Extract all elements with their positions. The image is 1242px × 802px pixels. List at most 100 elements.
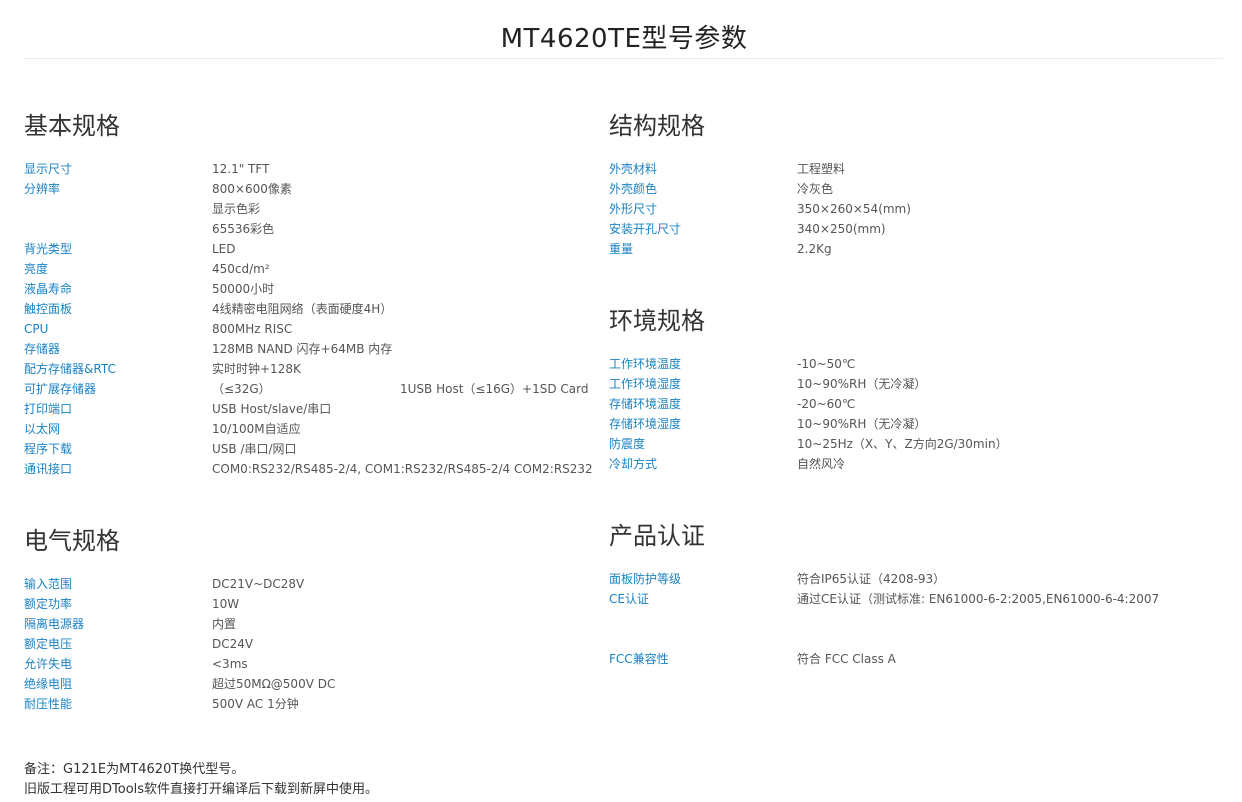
spec-value: <3ms: [212, 657, 248, 671]
section-title-electric: 电气规格: [24, 527, 120, 555]
spec-label: 耐压性能: [24, 697, 73, 711]
spec-label: 额定电压: [24, 637, 73, 651]
spec-label: 触控面板: [24, 302, 73, 316]
spec-value: 128MB NAND 闪存+64MB 内存: [212, 342, 393, 356]
spec-list-certification: 面板防护等级 符合IP65认证（4208-93） CE认证 通过CE认证（测试标准: …: [609, 569, 1219, 669]
spec-label: 程序下载: [24, 442, 73, 456]
spec-label: 允许失电: [24, 657, 73, 671]
spec-row: 外壳颜色 冷灰色: [609, 179, 1219, 199]
section-title-basic: 基本规格: [24, 112, 120, 140]
spec-label: 工作环境湿度: [609, 377, 682, 391]
spec-value: 450cd/m²: [212, 262, 270, 276]
spec-value: 显示色彩: [212, 202, 261, 216]
spec-value: USB Host/slave/串口: [212, 402, 332, 416]
spec-label: 输入范围: [24, 577, 73, 591]
section-title-structure: 结构规格: [609, 112, 705, 140]
spec-list-environment: 工作环境温度 -10~50℃ 工作环境湿度 10~90%RH（无冷凝） 存储环境温度 -2…: [609, 354, 1219, 474]
spec-label: 冷却方式: [609, 457, 658, 471]
spec-row: 外形尺寸 350×260×54(mm): [609, 199, 1219, 219]
spec-row: 以太网 10/100M自适应: [24, 419, 584, 439]
spec-row: FCC兼容性 符合 FCC Class A: [609, 649, 1219, 669]
spec-row: 液晶寿命 50000小时: [24, 279, 584, 299]
spec-label: 额定功率: [24, 597, 73, 611]
spec-row: 亮度 450cd/m²: [24, 259, 584, 279]
spec-row: 允许失电 <3ms: [24, 654, 584, 674]
spec-row: 输入范围 DC21V~DC28V: [24, 574, 584, 594]
spec-row: 65536彩色: [24, 219, 584, 239]
spec-label: 面板防护等级: [609, 572, 682, 586]
spec-row: 绝缘电阻 超过50MΩ@500V DC: [24, 674, 584, 694]
spec-row: 工作环境温度 -10~50℃: [609, 354, 1219, 374]
spec-label: 工作环境温度: [609, 357, 682, 371]
spec-label: 外形尺寸: [609, 202, 658, 216]
spec-row: CPU 800MHz RISC: [24, 319, 584, 339]
spec-row: 面板防护等级 符合IP65认证（4208-93）: [609, 569, 1219, 589]
spec-label: 液晶寿命: [24, 282, 73, 296]
spec-value: 10~90%RH（无冷凝）: [797, 377, 927, 391]
spec-label: 可扩展存储器: [24, 382, 97, 396]
spec-label: 存储环境温度: [609, 397, 682, 411]
spec-list-electric: 输入范围 DC21V~DC28V 额定功率 10W 隔离电源器 内置额定电压 DC24V 允许…: [24, 574, 584, 714]
spec-value: -10~50℃: [797, 357, 856, 371]
spec-value: 340×250(mm): [797, 222, 886, 236]
page-title: MT4620TE型号参数: [500, 24, 748, 54]
spec-label: 绝缘电阻: [24, 677, 73, 691]
spec-row: 安装开孔尺寸 340×250(mm): [609, 219, 1219, 239]
spec-value: 10/100M自适应: [212, 422, 301, 436]
spec-label: 隔离电源器: [24, 617, 85, 631]
spec-value: 10~90%RH（无冷凝）: [797, 417, 927, 431]
spec-label: 安装开孔尺寸: [609, 222, 682, 236]
spec-label: 显示尺寸: [24, 162, 73, 176]
spec-row: 隔离电源器 内置: [24, 614, 584, 634]
spec-label: 外壳材料: [609, 162, 658, 176]
spec-value: 50000小时: [212, 282, 275, 296]
spec-value: 350×260×54(mm): [797, 202, 911, 216]
spec-value: 800×600像素: [212, 182, 292, 196]
footnote-line: 备注：G121E为MT4620T换代型号。: [24, 762, 245, 777]
spec-value: 符合IP65认证（4208-93）: [797, 572, 946, 586]
spec-label: 亮度: [24, 262, 49, 276]
spec-label: 防震度: [609, 437, 646, 451]
spec-row: 工作环境湿度 10~90%RH（无冷凝）: [609, 374, 1219, 394]
spec-row: 额定电压 DC24V: [24, 634, 584, 654]
footnote-line: 旧版工程可用DTools软件直接打开编译后下载到新屏中使用。: [24, 782, 379, 797]
spec-label: 存储环境湿度: [609, 417, 682, 431]
section-title-certification: 产品认证: [609, 522, 705, 550]
spec-value: 通过CE认证（测试标准: EN61000-6-2:2005,EN61000-6-…: [797, 592, 1160, 606]
spec-row: 打印端口 USB Host/slave/串口: [24, 399, 584, 419]
spec-value: DC21V~DC28V: [212, 577, 305, 591]
spec-row: 额定功率 10W: [24, 594, 584, 614]
spec-value-secondary: 1USB Host（≤16G）+1SD Card: [400, 382, 589, 396]
spec-row: 触控面板 4线精密电阻网络（表面硬度4H）: [24, 299, 584, 319]
spec-row: 冷却方式 自然风冷: [609, 454, 1219, 474]
spec-row: 程序下载 USB /串口/网口: [24, 439, 584, 459]
title-divider: [24, 58, 1223, 59]
spec-label: 背光类型: [24, 242, 73, 256]
spec-row: 配方存储器&RTC 实时时钟+128K: [24, 359, 584, 379]
footnote: 备注：G121E为MT4620T换代型号。 旧版工程可用DTools软件直接打开…: [24, 760, 378, 800]
spec-value: 65536彩色: [212, 222, 275, 236]
spec-value: USB /串口/网口: [212, 442, 297, 456]
spec-value: 4线精密电阻网络（表面硬度4H）: [212, 302, 393, 316]
spec-value: 内置: [212, 617, 237, 631]
spec-row: 存储环境温度 -20~60℃: [609, 394, 1219, 414]
spec-label: 配方存储器&RTC: [24, 362, 116, 376]
spec-label: CE认证: [609, 592, 649, 606]
section-title-environment: 环境规格: [609, 307, 705, 335]
spec-value: LED: [212, 242, 236, 256]
spec-list-structure: 外壳材料 工程塑料 外壳颜色 冷灰色外形尺寸 350×260×54(mm) 安装开孔尺寸 3…: [609, 159, 1219, 259]
spec-value: 实时时钟+128K: [212, 362, 301, 376]
spec-row: 背光类型 LED: [24, 239, 584, 259]
spec-value: 10W: [212, 597, 240, 611]
spec-label: FCC兼容性: [609, 652, 669, 666]
spec-row: 外壳材料 工程塑料: [609, 159, 1219, 179]
spec-value: 自然风冷: [797, 457, 846, 471]
spec-value: COM0:RS232/RS485-2/4, COM1:RS232/RS485-2…: [212, 462, 593, 476]
spec-row: 耐压性能 500V AC 1分钟: [24, 694, 584, 714]
spec-row: 通讯接口 COM0:RS232/RS485-2/4, COM1:RS232/RS4…: [24, 459, 593, 479]
spec-value: -20~60℃: [797, 397, 856, 411]
spec-label: 外壳颜色: [609, 182, 658, 196]
spec-row: [609, 609, 1219, 629]
spec-row: [609, 629, 1219, 649]
spec-value: DC24V: [212, 637, 254, 651]
